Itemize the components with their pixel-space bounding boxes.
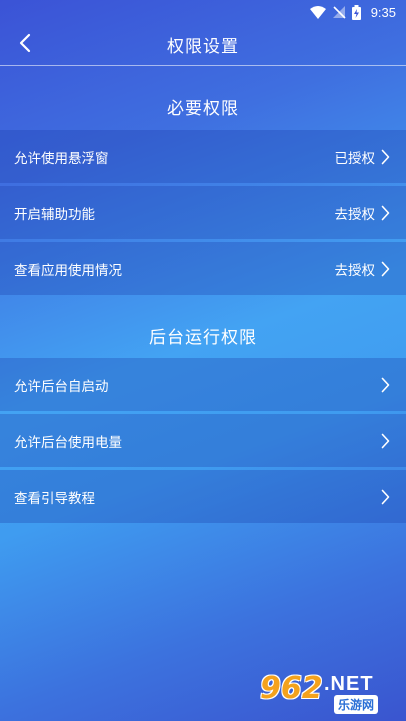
row-label: 开启辅助功能 <box>14 206 95 223</box>
battery-charging-icon <box>351 4 361 20</box>
row-label: 允许后台自启动 <box>14 378 109 395</box>
permission-row-accessibility[interactable]: 开启辅助功能 去授权 <box>0 186 406 239</box>
chevron-right-icon <box>381 489 390 505</box>
permission-row-guide[interactable]: 查看引导教程 <box>0 470 406 523</box>
site-watermark: 962 .NET 乐游网 <box>260 671 400 717</box>
chevron-right-icon <box>381 261 390 277</box>
row-label: 允许使用悬浮窗 <box>14 150 109 167</box>
back-button[interactable] <box>8 28 42 62</box>
chevron-right-icon <box>381 205 390 221</box>
section-title-required: 必要权限 <box>167 99 239 119</box>
page-title: 权限设置 <box>167 37 239 57</box>
permission-row-usage-access[interactable]: 查看应用使用情况 去授权 <box>0 242 406 295</box>
row-label: 允许后台使用电量 <box>14 434 122 451</box>
status-time: 9:35 <box>370 4 396 20</box>
status-bar: 9:35 <box>0 0 406 24</box>
watermark-name: 乐游网 <box>334 695 379 714</box>
chevron-left-icon <box>19 33 31 57</box>
permission-row-autostart[interactable]: 允许后台自启动 <box>0 358 406 411</box>
watermark-logo: 962 <box>260 671 323 706</box>
row-label: 查看应用使用情况 <box>14 262 122 279</box>
row-status: 去授权 <box>334 262 376 279</box>
watermark-domain: .NET <box>324 673 374 695</box>
row-status: 已授权 <box>334 150 376 167</box>
permission-row-battery[interactable]: 允许后台使用电量 <box>0 414 406 467</box>
row-label: 查看引导教程 <box>14 490 95 507</box>
chevron-right-icon <box>381 377 390 393</box>
section-title-background: 后台运行权限 <box>149 328 257 348</box>
chevron-right-icon <box>381 149 390 165</box>
app-header: 权限设置 <box>0 24 406 66</box>
row-status: 去授权 <box>334 206 376 223</box>
permission-row-floating-window[interactable]: 允许使用悬浮窗 已授权 <box>0 130 406 183</box>
no-signal-icon <box>332 5 346 19</box>
wifi-icon <box>309 5 326 19</box>
chevron-right-icon <box>381 433 390 449</box>
